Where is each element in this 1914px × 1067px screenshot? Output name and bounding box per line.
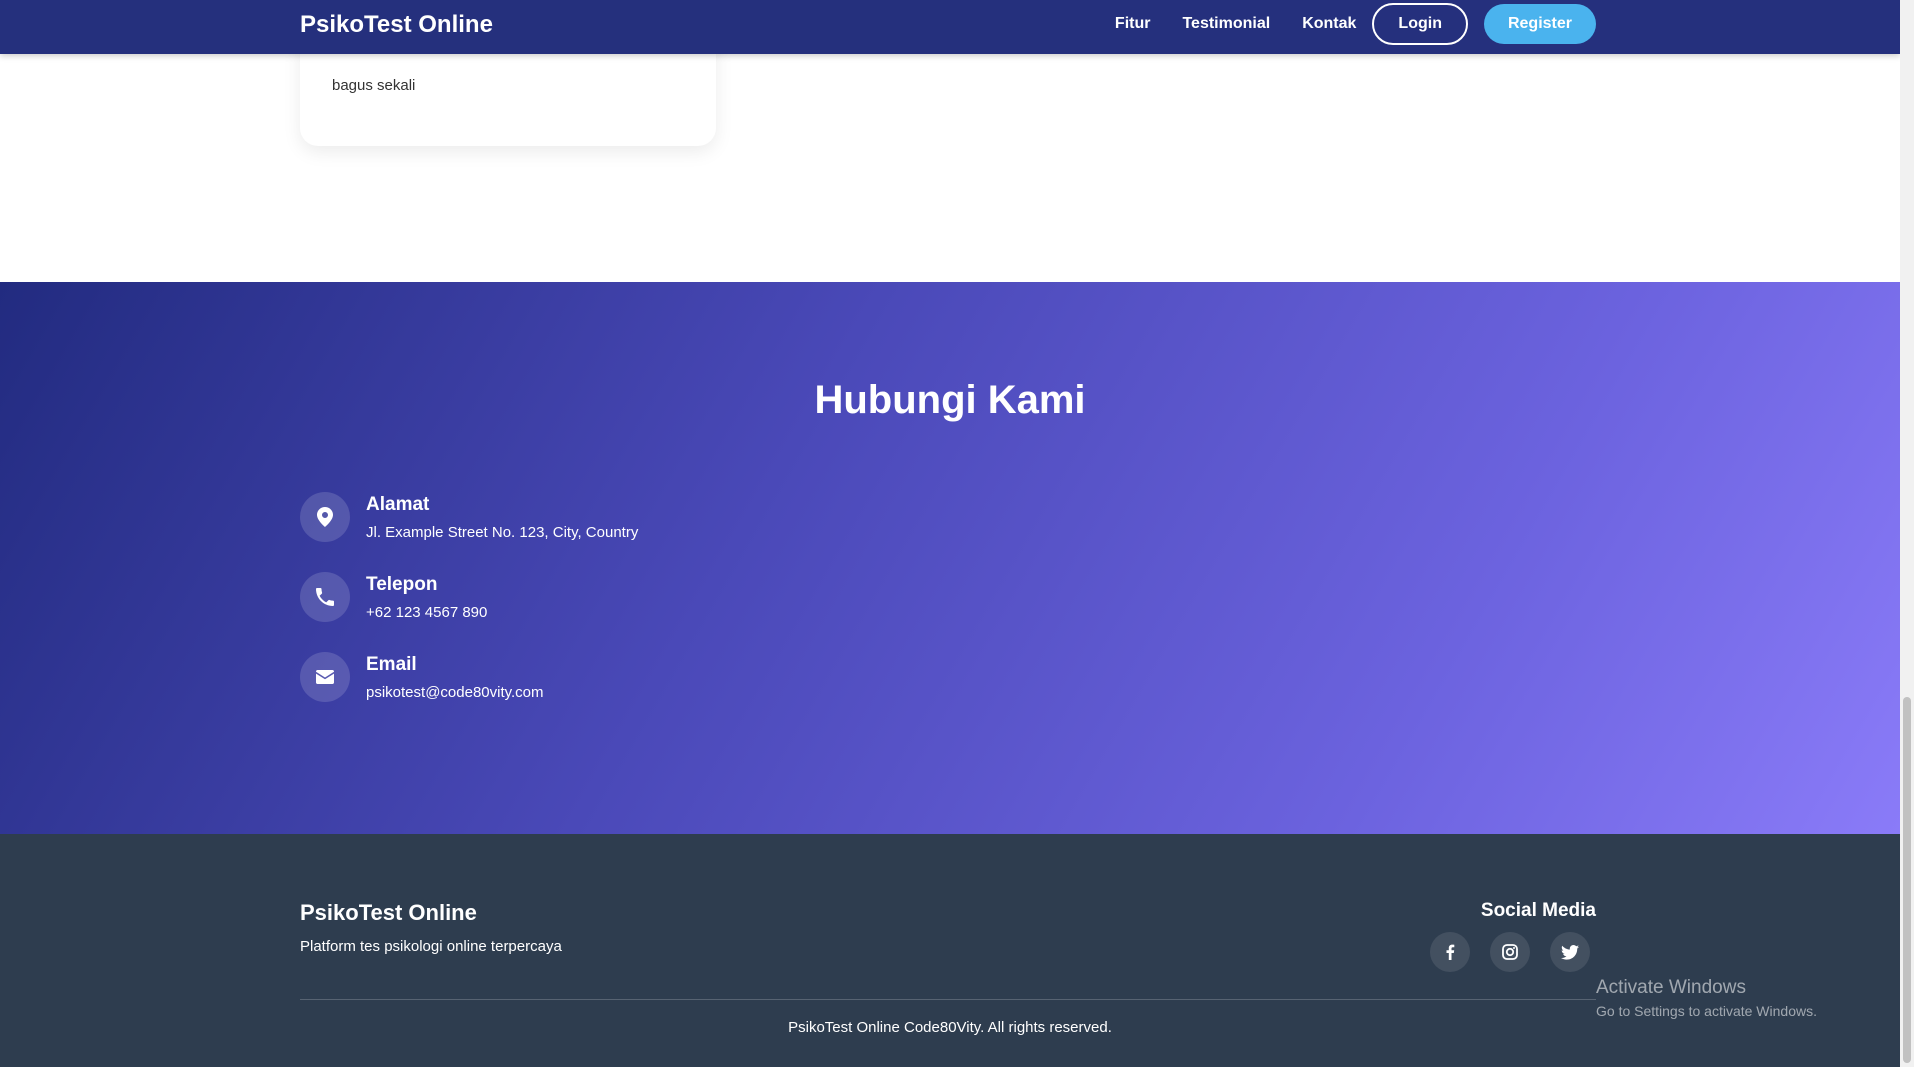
login-button[interactable]: Login: [1372, 3, 1468, 45]
testimonial-text: bagus sekali: [332, 77, 416, 94]
nav-links: Fitur Testimonial Kontak Login Register: [1083, 3, 1596, 45]
contact-label: Telepon: [366, 573, 438, 595]
browser-viewport: bagus sekali PsikoTest Online Fitur Test…: [0, 0, 1900, 1067]
social-media-title: Social Media: [1480, 900, 1596, 921]
contact-item-address: Alamat Jl. Example Street No. 123, City,…: [300, 492, 638, 542]
nav-link-testimonial[interactable]: Testimonial: [1182, 15, 1270, 33]
phone-icon: [300, 572, 350, 622]
contact-value: +62 123 4567 890: [366, 603, 488, 621]
windows-activation-watermark: Activate Windows Go to Settings to activ…: [1596, 977, 1817, 1019]
watermark-title: Activate Windows: [1596, 977, 1746, 998]
footer: PsikoTest Online Platform tes psikologi …: [0, 834, 1900, 1067]
map-pin-icon: [300, 492, 350, 542]
social-icons: [1410, 932, 1590, 972]
contact-title: Hubungi Kami: [814, 378, 1086, 422]
navbar: PsikoTest Online Fitur Testimonial Konta…: [0, 0, 1900, 54]
watermark-subtitle: Go to Settings to activate Windows.: [1596, 1003, 1817, 1019]
navbar-brand[interactable]: PsikoTest Online: [300, 11, 493, 39]
nav-link-kontak[interactable]: Kontak: [1302, 15, 1356, 33]
footer-brand: PsikoTest Online: [300, 900, 477, 925]
envelope-icon: [300, 652, 350, 702]
footer-tagline: Platform tes psikologi online terpercaya: [300, 938, 562, 955]
footer-copyright: PsikoTest Online Code80Vity. All rights …: [788, 1019, 1112, 1036]
facebook-icon[interactable]: [1430, 932, 1470, 972]
contact-item-email: Email psikotest@code80vity.com: [300, 652, 544, 702]
contact-label: Alamat: [366, 493, 430, 515]
contact-value: Jl. Example Street No. 123, City, Countr…: [366, 523, 639, 541]
contact-item-phone: Telepon +62 123 4567 890: [300, 572, 487, 622]
register-button[interactable]: Register: [1483, 4, 1596, 44]
contact-section: Hubungi Kami Alamat Jl. Example Street N…: [0, 282, 1900, 834]
instagram-icon[interactable]: [1490, 932, 1530, 972]
nav-link-fitur[interactable]: Fitur: [1115, 15, 1151, 33]
vertical-scrollbar[interactable]: [1900, 0, 1914, 1067]
contact-label: Email: [366, 653, 417, 675]
twitter-icon[interactable]: [1550, 932, 1590, 972]
footer-divider: [300, 999, 1596, 1000]
contact-value: psikotest@code80vity.com: [366, 683, 544, 701]
scrollbar-thumb[interactable]: [1903, 697, 1911, 1063]
